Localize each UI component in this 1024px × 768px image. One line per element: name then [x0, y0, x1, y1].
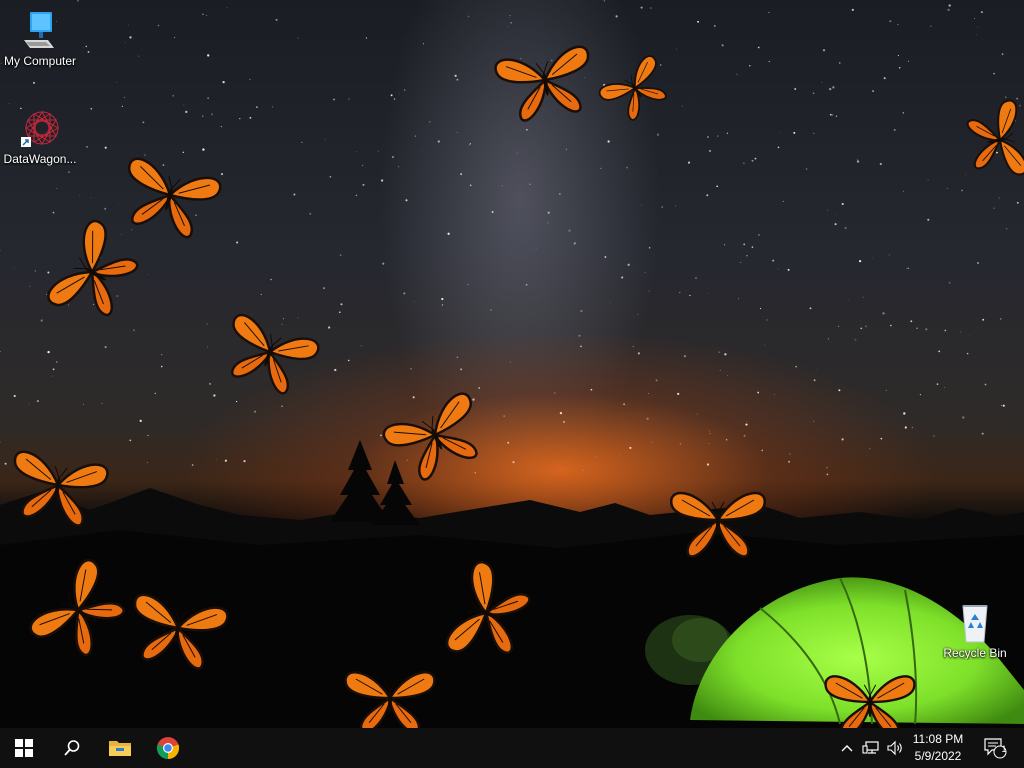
datawagon-shortcut-icon [21, 111, 59, 147]
butterfly [382, 392, 478, 481]
desktop-icon-label: DataWagon... [3, 152, 77, 166]
computer-icon [24, 12, 54, 48]
butterfly [598, 55, 667, 121]
action-center-button[interactable]: 1 [978, 728, 1012, 768]
chrome-button[interactable] [144, 728, 192, 768]
butterfly-layer [13, 45, 1024, 728]
butterfly [29, 558, 125, 657]
chevron-up-icon [841, 745, 853, 752]
chrome-icon [156, 737, 180, 760]
start-button[interactable] [0, 728, 48, 768]
butterfly [127, 157, 222, 239]
search-button[interactable] [48, 728, 96, 768]
clock-date: 5/9/2022 [914, 749, 962, 763]
desktop-icon-label: My Computer [3, 54, 77, 68]
volume-button[interactable] [884, 728, 906, 768]
desktop-icon-datawagon[interactable]: DataWagon... [0, 106, 80, 166]
network-button[interactable] [860, 728, 882, 768]
desktop-icon-label: Recycle Bin [943, 646, 1007, 660]
volume-icon [887, 740, 902, 756]
butterfly [230, 313, 320, 395]
taskbar: 11:08 PM 5/9/2022 1 [0, 728, 1024, 768]
network-icon [862, 741, 879, 754]
butterfly [966, 99, 1024, 176]
desktop-icon-my-computer[interactable]: My Computer [0, 8, 80, 68]
clock[interactable]: 11:08 PM 5/9/2022 [906, 731, 970, 765]
butterfly [494, 45, 590, 122]
file-explorer-button[interactable] [96, 728, 144, 768]
butterfly [13, 450, 109, 527]
butterfly [824, 675, 916, 728]
show-hidden-icons-button[interactable] [838, 728, 856, 768]
butterfly [47, 219, 139, 317]
butterfly [670, 491, 766, 558]
butterfly [344, 671, 436, 728]
clock-time: 11:08 PM [912, 732, 964, 746]
notification-count-badge: 1 [1001, 744, 1007, 754]
desktop-icon-recycle-bin[interactable]: Recycle Bin [935, 600, 1015, 660]
folder-icon [109, 741, 131, 756]
search-icon [64, 740, 80, 756]
butterfly [445, 561, 531, 655]
butterfly [133, 593, 229, 670]
desktop-wallpaper: My Computer DataWagon... Recycle Bin [0, 0, 1024, 728]
windows-start-icon [15, 739, 33, 757]
recycle-bin-icon [962, 605, 988, 643]
